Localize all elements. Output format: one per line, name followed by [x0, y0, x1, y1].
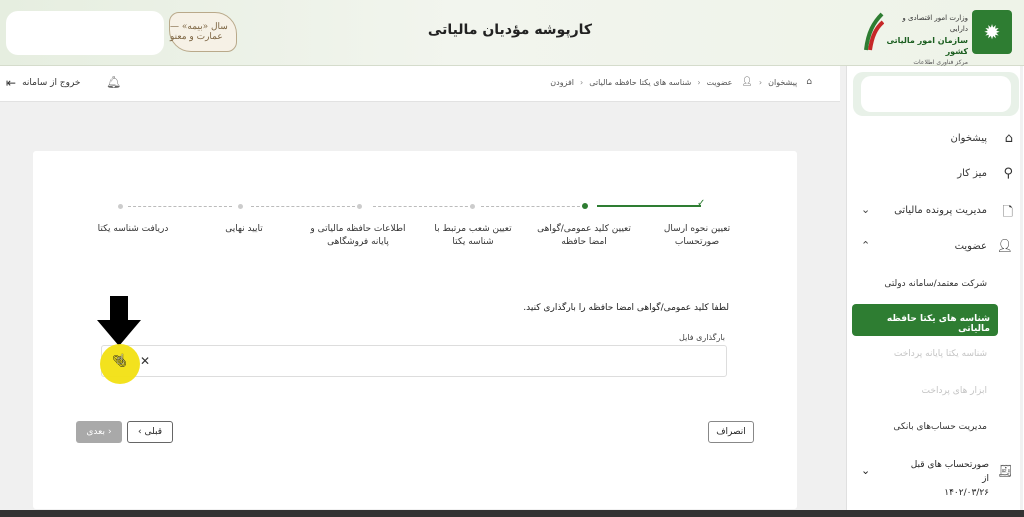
user-profile-inner[interactable]: [861, 76, 1011, 112]
step-dot: [470, 204, 475, 209]
sidebar-subitem-payment-terminal: شناسه یکتا پایانه پرداخت: [893, 349, 987, 359]
page-title: کارپوشه مؤدیان مالیاتی: [427, 22, 593, 38]
home-icon: ⌂: [806, 77, 812, 87]
chevron-down-icon: ⌄: [861, 203, 871, 216]
sidebar-item-label: عضویت: [954, 241, 987, 252]
sidebar-item-label: صورتحساب های قبل از ۱۴۰۲/۰۳/۲۶: [909, 458, 989, 500]
logout-label: خروج از سامانه: [22, 78, 81, 88]
header-search-box[interactable]: [6, 11, 164, 55]
top-navbar: ⇤ خروج از سامانه 🔔︎ ⌂ پیشخوان ‹ 👤︎ عضویت…: [0, 66, 840, 102]
user-profile-card: [853, 72, 1019, 116]
hand-cursor-icon: ☝︎: [116, 352, 125, 368]
step-dot-current: [582, 203, 588, 209]
org-name: وزارت امور اقتصادی و دارایی سازمان امور …: [886, 13, 968, 68]
logout-icon: ⇤: [6, 76, 17, 90]
step-connector: [481, 206, 585, 207]
taskbar-strip: [0, 510, 1024, 517]
sidebar-subitem-bank-accounts[interactable]: مدیریت حساب‌های بانکی: [847, 422, 1024, 432]
file-upload-field[interactable]: [101, 345, 727, 377]
prev-button[interactable]: ‹ قبلی: [127, 421, 173, 443]
app-header: سال «بیمه» — عمارت و معنو کارپوشه مؤدیان…: [0, 0, 1024, 66]
bell-icon[interactable]: 🔔︎: [106, 75, 121, 89]
main-card: ✓ تعیین نحوه ارسال صورتحساب تعیین کلید ع…: [33, 151, 797, 509]
sidebar-item-label: مدیریت پرونده مالیاتی: [894, 205, 987, 216]
user-icon: 👤︎: [741, 77, 753, 87]
org-emblem-icon: ✹: [972, 10, 1012, 54]
sidebar-subitem-trusted-company[interactable]: شرکت معتمد/سامانه دولتی: [847, 279, 1024, 289]
step-label: تعیین نحوه ارسال صورتحساب: [663, 224, 731, 247]
pointer-arrow-icon: [97, 296, 141, 346]
org-ministry: وزارت امور اقتصادی و دارایی: [902, 14, 968, 33]
step-label: تایید نهایی: [225, 224, 263, 234]
campaign-logo-text: سال «بیمه» — عمارت و معنو: [170, 22, 228, 42]
sidebar-item-membership[interactable]: ⌃ 👤︎ عضویت: [847, 234, 1024, 262]
step-dot: [238, 204, 243, 209]
org-branding: وزارت امور اقتصادی و دارایی سازمان امور …: [862, 10, 1012, 66]
chevron-down-icon: ⌄: [861, 464, 871, 477]
breadcrumb: ⌂ پیشخوان ‹ 👤︎ عضویت ‹ شناسه های یکتا حا…: [550, 77, 812, 87]
workdesk-icon: ⚲: [1003, 166, 1013, 181]
step-connector: [373, 206, 473, 207]
clear-file-icon[interactable]: ✕: [140, 354, 150, 368]
breadcrumb-item-unique-ids[interactable]: شناسه های یکتا حافظه مالیاتی: [589, 78, 691, 87]
campaign-logo: سال «بیمه» — عمارت و معنو: [169, 12, 237, 52]
upload-field-label: بارگذاری فایل: [679, 333, 725, 342]
breadcrumb-item-dashboard[interactable]: پیشخوان: [768, 78, 797, 87]
sidebar-item-tax-file[interactable]: ⌄ 🗋 مدیریت پرونده مالیاتی: [847, 198, 1024, 226]
chevron-up-icon: ⌃: [861, 239, 871, 252]
chevron-left-icon: ‹: [137, 427, 142, 437]
step-label: تعیین کلید عمومی/گواهی امضا حافظه: [537, 224, 631, 247]
next-button: بعدی ›: [76, 421, 122, 443]
chevron-right-icon: ›: [108, 427, 112, 437]
chevron-left-icon: ‹: [758, 77, 763, 87]
sidebar-item-old-invoices[interactable]: ⌄ 🧾︎ صورتحساب های قبل از ۱۴۰۲/۰۳/۲۶: [847, 458, 1024, 498]
step-connector: [251, 206, 355, 207]
step-dot: [357, 204, 362, 209]
org-title: سازمان امور مالیاتی کشور: [886, 36, 968, 56]
old-invoices-date: ۱۴۰۲/۰۳/۲۶: [944, 488, 989, 498]
sidebar-item-label: پیشخوان: [950, 133, 987, 144]
breadcrumb-item-add: افزودن: [550, 77, 575, 87]
sidebar-scrollbar[interactable]: [1020, 66, 1023, 517]
step-label: اطلاعات حافظه مالیاتی و پایانه فروشگاهی: [310, 224, 406, 247]
logout-button[interactable]: ⇤ خروج از سامانه: [6, 76, 81, 90]
step-label: تعیین شعب مرتبط با شناسه یکتا: [434, 224, 512, 247]
prev-button-label: قبلی: [144, 427, 163, 437]
cancel-button[interactable]: انصراف: [708, 421, 754, 443]
invoice-icon: 🧾︎: [997, 464, 1013, 478]
old-invoices-line1: صورتحساب های قبل از: [910, 460, 989, 484]
upload-instruction: لطفا کلید عمومی/گواهی امضا حافظه را بارگ…: [523, 303, 729, 313]
chevron-left-icon: ‹: [697, 77, 701, 87]
chevron-left-icon: ‹: [580, 77, 584, 87]
step-dot: [118, 204, 123, 209]
sidebar: ⌂ پیشخوان ⚲ میز کار ⌄ 🗋 مدیریت پرونده ما…: [846, 66, 1024, 517]
next-button-label: بعدی: [86, 427, 105, 437]
sidebar-item-workdesk[interactable]: ⚲ میز کار: [847, 161, 1024, 189]
sidebar-subitem-payment-tools: ابزار های پرداخت: [921, 386, 987, 396]
step-connector: [597, 205, 701, 207]
breadcrumb-item-membership[interactable]: عضویت: [707, 78, 733, 87]
sidebar-subitem-unique-ids[interactable]: شناسه های یکتا حافظه مالیاتی: [852, 304, 998, 336]
step-connector: [128, 206, 232, 207]
step-label: دریافت شناسه یکتا: [97, 224, 169, 234]
user-icon: 👤︎: [996, 239, 1013, 254]
home-icon: ⌂: [1004, 131, 1013, 146]
file-icon: 🗋: [1002, 205, 1013, 220]
sidebar-item-dashboard[interactable]: ⌂ پیشخوان: [847, 126, 1024, 154]
stepper: ✓ تعیین نحوه ارسال صورتحساب تعیین کلید ع…: [33, 195, 797, 255]
flag-logo-icon: [864, 12, 884, 51]
check-icon: ✓: [697, 198, 706, 209]
sidebar-item-label: میز کار: [957, 168, 987, 179]
